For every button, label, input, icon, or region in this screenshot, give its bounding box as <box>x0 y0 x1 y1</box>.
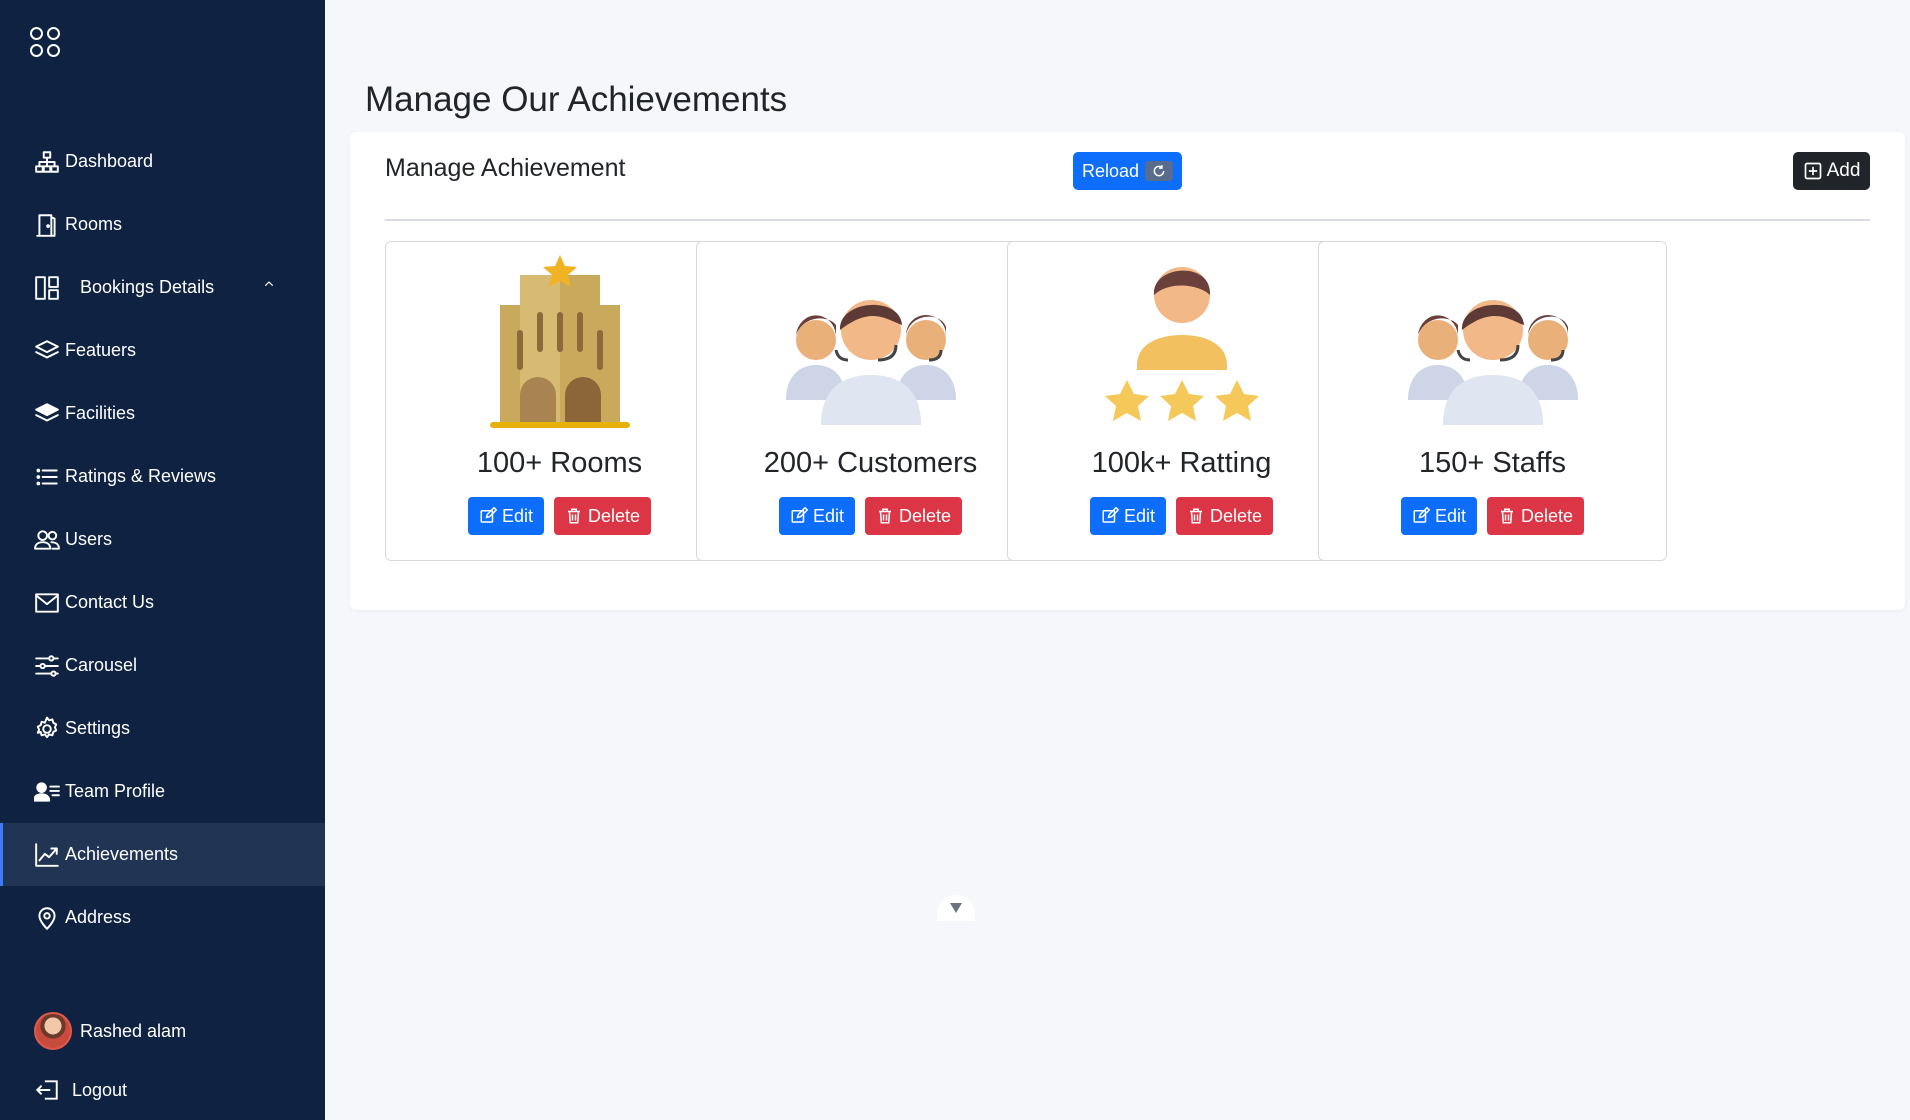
logout-button[interactable]: Logout <box>34 1077 127 1103</box>
trash-icon <box>879 508 891 524</box>
staff-group-icon <box>1407 300 1578 425</box>
sidebar-item-facilities[interactable]: Facilities <box>0 382 325 445</box>
add-button[interactable]: Add <box>1793 152 1870 190</box>
envelope-icon <box>35 592 59 613</box>
sidebar-item-label: Address <box>65 907 132 927</box>
edit-button[interactable]: Edit <box>1400 497 1477 535</box>
sidebar-item-label: Facilities <box>65 403 136 423</box>
chevron-up-icon[interactable] <box>261 276 277 292</box>
achievement-card: 200+ Customers Edit Delete <box>696 241 1045 561</box>
edit-label: Edit <box>812 505 844 526</box>
sidebar-item-ratings-reviews[interactable]: Ratings & Reviews <box>0 445 325 508</box>
sitemap-icon <box>35 150 59 173</box>
sidebar-item-rooms[interactable]: Rooms <box>0 193 325 256</box>
sliders-icon <box>35 654 59 677</box>
reload-button[interactable]: Reload <box>1073 152 1182 190</box>
trash-icon <box>1501 508 1513 524</box>
hotel-building-icon <box>489 255 630 428</box>
sidebar-item-settings[interactable]: Settings <box>0 697 325 760</box>
delete-label: Delete <box>588 505 641 526</box>
edit-icon <box>1102 507 1119 523</box>
layers-fill-icon <box>35 402 59 421</box>
sidebar-item-label: Users <box>65 529 113 549</box>
achievement-card: 100+ Rooms Edit Delete <box>385 241 734 561</box>
sidebar-item-label: Bookings Details <box>80 277 215 297</box>
sidebar: Dashboard Rooms Bookings Details Featuer… <box>0 0 325 1120</box>
users-icon <box>34 529 60 550</box>
user-name: Rashed alam <box>80 1020 187 1041</box>
page-title: Manage Our Achievements <box>365 80 788 119</box>
achievement-card: 150+ Staffs Edit Delete <box>1318 241 1667 561</box>
sidebar-item-carousel[interactable]: Carousel <box>0 634 325 697</box>
achievement-label: 150+ Staffs <box>1419 447 1566 479</box>
sidebar-item-label: Achievements <box>65 844 179 864</box>
scroll-down-button[interactable] <box>937 895 975 921</box>
edit-icon <box>791 507 808 523</box>
delete-button[interactable]: Delete <box>865 497 963 535</box>
graph-up-icon <box>35 842 59 867</box>
delete-label: Delete <box>1210 505 1263 526</box>
add-label: Add <box>1826 160 1861 181</box>
edit-label: Edit <box>501 505 533 526</box>
sidebar-item-featuers[interactable]: Featuers <box>0 319 325 382</box>
edit-label: Edit <box>1434 505 1466 526</box>
door-icon <box>36 213 56 237</box>
sidebar-item-team-profile[interactable]: Team Profile <box>0 760 325 823</box>
logout-label: Logout <box>72 1079 128 1100</box>
achievements-panel: Manage Achievement Reload Add 100+ Rooms <box>350 132 1905 610</box>
achievement-label: 200+ Customers <box>763 447 978 479</box>
sidebar-item-label: Settings <box>65 718 131 738</box>
app-logo-icon[interactable] <box>30 27 62 59</box>
sidebar-nav: Dashboard Rooms Bookings Details Featuer… <box>0 130 325 949</box>
sidebar-item-label: Dashboard <box>65 151 154 171</box>
person-three-stars-icon <box>1104 267 1259 421</box>
achievement-label: 100+ Rooms <box>476 447 643 479</box>
layout-icon <box>35 275 59 300</box>
sidebar-item-label: Rooms <box>65 214 123 234</box>
delete-button[interactable]: Delete <box>1487 497 1585 535</box>
delete-label: Delete <box>1521 505 1574 526</box>
divider <box>385 219 1870 221</box>
achievement-label: 100k+ Ratting <box>1091 447 1272 479</box>
geo-pin-icon <box>38 906 56 930</box>
list-icon <box>36 468 58 485</box>
sidebar-item-users[interactable]: Users <box>0 508 325 571</box>
logout-icon <box>35 1080 58 1100</box>
sidebar-item-label: Carousel <box>65 655 138 675</box>
refresh-icon <box>1145 161 1174 181</box>
edit-label: Edit <box>1123 505 1155 526</box>
user-profile[interactable]: Rashed alam <box>34 1012 186 1050</box>
panel-title: Manage Achievement <box>385 154 626 182</box>
sidebar-item-label: Ratings & Reviews <box>65 466 217 486</box>
delete-label: Delete <box>899 505 952 526</box>
gear-icon <box>36 716 58 738</box>
edit-button[interactable]: Edit <box>1089 497 1166 535</box>
reload-label: Reload <box>1081 160 1140 181</box>
trash-icon <box>1190 508 1202 524</box>
delete-button[interactable]: Delete <box>1176 497 1274 535</box>
layers-icon <box>35 339 59 358</box>
sidebar-item-label: Contact Us <box>65 592 155 612</box>
trash-icon <box>568 508 580 524</box>
sidebar-item-bookings-details[interactable]: Bookings Details <box>0 256 325 319</box>
edit-button[interactable]: Edit <box>778 497 855 535</box>
sidebar-item-address[interactable]: Address <box>0 886 325 949</box>
edit-icon <box>1413 507 1430 523</box>
sidebar-item-dashboard[interactable]: Dashboard <box>0 130 325 193</box>
avatar <box>34 1012 72 1050</box>
sidebar-item-contact-us[interactable]: Contact Us <box>0 571 325 634</box>
edit-icon <box>480 507 497 523</box>
plus-square-icon <box>1804 162 1821 180</box>
delete-button[interactable]: Delete <box>554 497 652 535</box>
sidebar-item-label: Featuers <box>65 340 137 360</box>
customer-support-group-icon <box>785 300 956 425</box>
person-lines-icon <box>34 781 60 802</box>
chevron-down-icon <box>950 903 962 913</box>
edit-button[interactable]: Edit <box>467 497 544 535</box>
achievement-card: 100k+ Ratting Edit Delete <box>1007 241 1356 561</box>
sidebar-item-achievements[interactable]: Achievements <box>0 823 325 886</box>
sidebar-item-label: Team Profile <box>65 781 166 801</box>
